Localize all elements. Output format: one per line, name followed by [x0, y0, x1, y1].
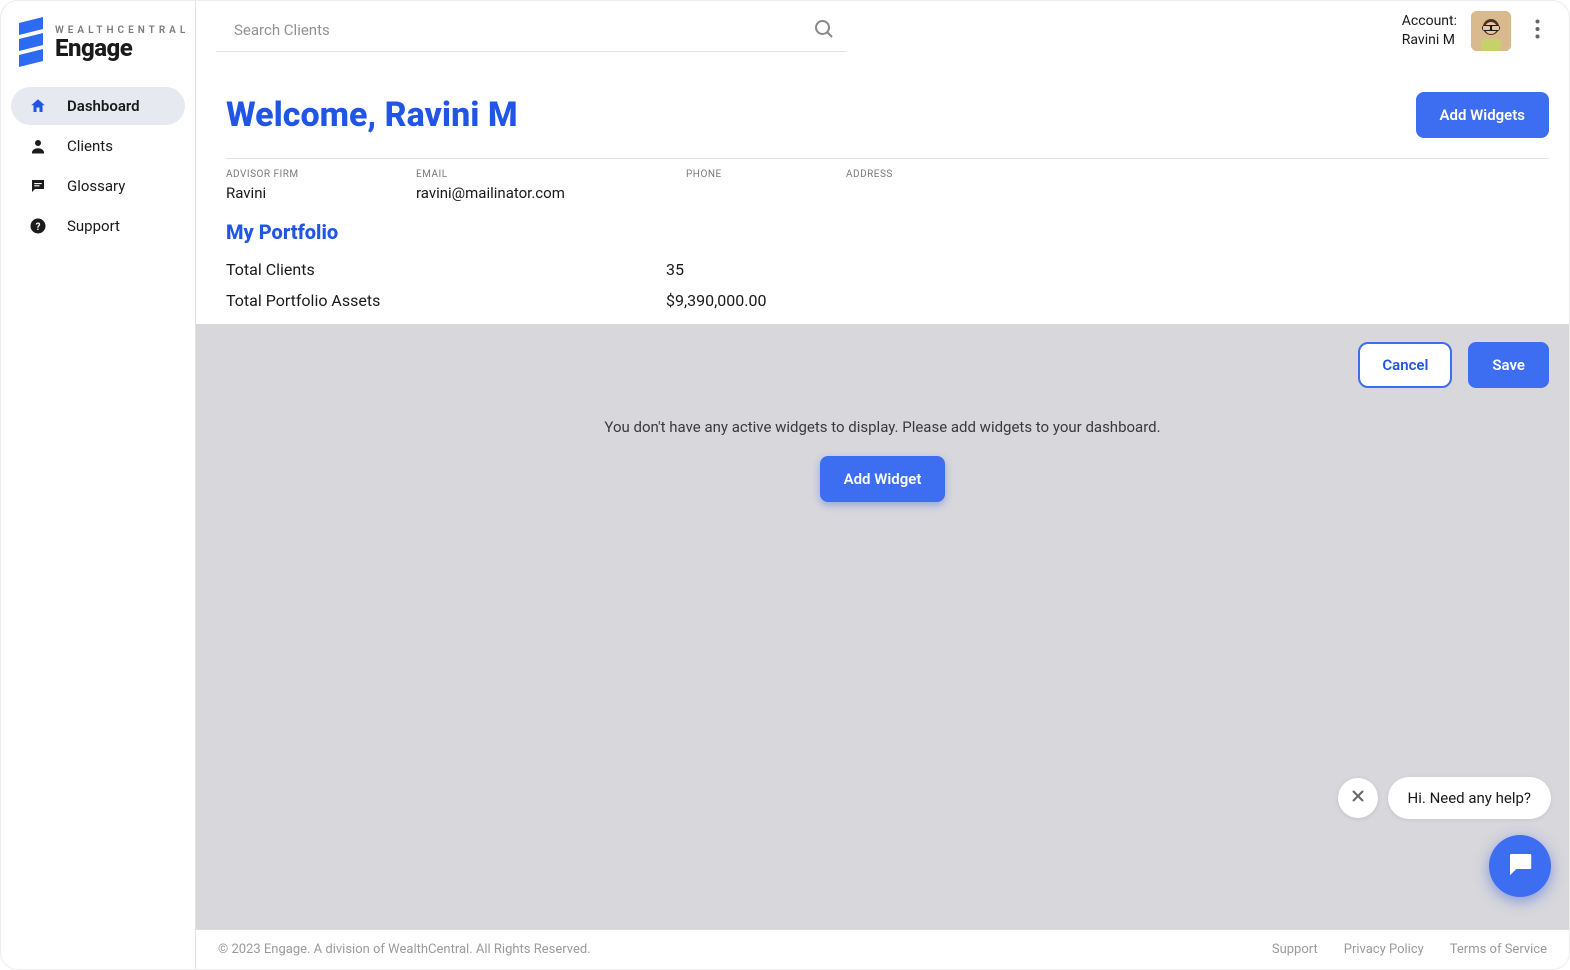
search-input[interactable] — [216, 9, 846, 52]
sidebar-item-label: Glossary — [67, 177, 125, 195]
portfolio-row-value: 35 — [666, 260, 684, 279]
content-head: Welcome, Ravini M Add Widgets ADVISOR FI… — [196, 52, 1569, 324]
brand-mark-icon — [17, 17, 45, 69]
info-label-email: EMAIL — [416, 169, 606, 180]
widgets-empty-text: You don't have any active widgets to dis… — [216, 418, 1549, 436]
kebab-icon — [1535, 19, 1540, 43]
account-label-text: Account: — [1402, 12, 1457, 30]
sidebar-nav: Dashboard Clients Glossary ? Support — [11, 87, 185, 245]
close-icon — [1351, 789, 1365, 807]
cancel-button[interactable]: Cancel — [1358, 342, 1452, 388]
user-icon — [29, 137, 47, 155]
sidebar-item-support[interactable]: ? Support — [11, 207, 185, 245]
info-label-advisor-firm: ADVISOR FIRM — [226, 169, 336, 180]
sidebar-item-clients[interactable]: Clients — [11, 127, 185, 165]
help-close-button[interactable] — [1338, 778, 1378, 818]
info-value-email: ravini@mailinator.com — [416, 184, 606, 202]
divider — [226, 158, 1549, 159]
info-label-phone: PHONE — [686, 169, 766, 180]
brand-big-text: Engage — [55, 36, 189, 60]
account-menu-button[interactable] — [1525, 15, 1549, 47]
footer-link-support[interactable]: Support — [1272, 942, 1318, 957]
sidebar: WEALTHCENTRAL Engage Dashboard Clients — [1, 1, 196, 969]
chat-icon — [29, 177, 47, 195]
home-icon — [29, 97, 47, 115]
advisor-info-row: ADVISOR FIRM Ravini EMAIL ravini@mailina… — [226, 169, 1549, 202]
chat-fab-button[interactable] — [1489, 835, 1551, 897]
brand-logo: WEALTHCENTRAL Engage — [11, 11, 185, 87]
footer-copyright: © 2023 Engage. A division of WealthCentr… — [218, 942, 591, 957]
help-cluster: Hi. Need any help? — [1338, 777, 1551, 897]
account-label: Account: Ravini M — [1402, 12, 1457, 48]
topbar-right: Account: Ravini M — [1402, 11, 1549, 51]
portfolio-row: Total Clients 35 — [226, 254, 1549, 285]
portfolio-section-title: My Portfolio — [226, 220, 1549, 244]
sidebar-item-label: Dashboard — [67, 97, 140, 115]
sidebar-item-dashboard[interactable]: Dashboard — [11, 87, 185, 125]
save-button[interactable]: Save — [1468, 342, 1549, 388]
sidebar-item-label: Clients — [67, 137, 113, 155]
footer-link-privacy[interactable]: Privacy Policy — [1344, 942, 1424, 957]
page-title: Welcome, Ravini M — [226, 95, 518, 135]
app-frame: WEALTHCENTRAL Engage Dashboard Clients — [0, 0, 1570, 970]
info-value-advisor-firm: Ravini — [226, 184, 336, 202]
add-widgets-button[interactable]: Add Widgets — [1416, 92, 1550, 138]
portfolio-row-value: $9,390,000.00 — [666, 291, 766, 310]
footer-link-terms[interactable]: Terms of Service — [1450, 942, 1547, 957]
chat-bubble-icon — [1505, 849, 1535, 883]
help-icon: ? — [29, 217, 47, 235]
sidebar-item-label: Support — [67, 217, 120, 235]
info-label-address: ADDRESS — [846, 169, 956, 180]
sidebar-item-glossary[interactable]: Glossary — [11, 167, 185, 205]
avatar[interactable] — [1471, 11, 1511, 51]
footer: © 2023 Engage. A division of WealthCentr… — [196, 929, 1569, 969]
portfolio-row-key: Total Portfolio Assets — [226, 291, 666, 310]
svg-text:?: ? — [36, 222, 41, 233]
search-icon — [812, 17, 836, 45]
portfolio-row: Total Portfolio Assets $9,390,000.00 — [226, 285, 1549, 324]
add-widget-button[interactable]: Add Widget — [820, 456, 946, 502]
topbar: Account: Ravini M — [196, 1, 1569, 52]
help-bubble: Hi. Need any help? — [1388, 777, 1551, 819]
portfolio-row-key: Total Clients — [226, 260, 666, 279]
account-name-text: Ravini M — [1402, 31, 1457, 49]
search-wrap — [216, 9, 846, 52]
